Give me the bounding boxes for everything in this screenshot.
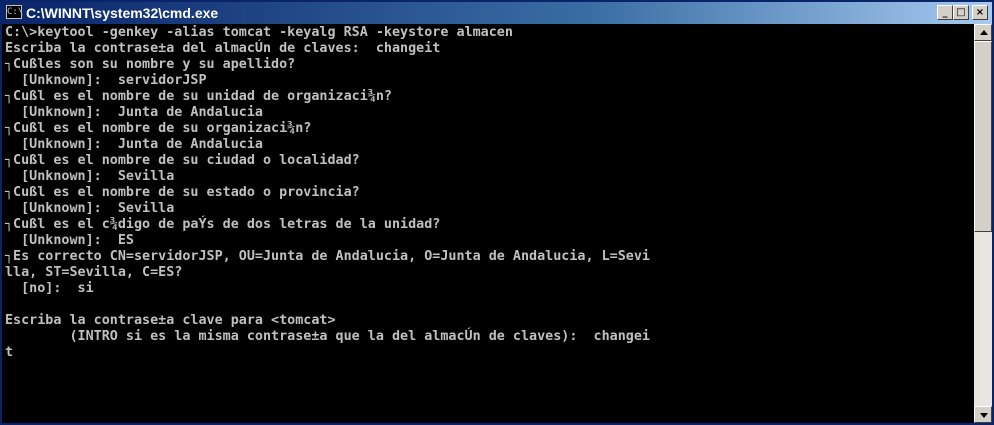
console-line: lla, ST=Sevilla, C=ES? [5, 265, 183, 280]
arrow-up-icon [980, 30, 988, 35]
console-window: C:\ C:\WINNT\system32\cmd.exe _ □ × C:\>… [0, 0, 994, 425]
console-line: Escriba la contrase±a del almacÚn de cla… [5, 41, 441, 56]
console-line: (INTRO si es la misma contrase±a que la … [5, 329, 650, 344]
scroll-down-button[interactable] [974, 406, 992, 423]
console-line: C:\>keytool -genkey -alias tomcat -keyal… [5, 25, 513, 40]
console-line: [Unknown]: Sevilla [5, 201, 175, 216]
scroll-up-button[interactable] [974, 24, 992, 41]
arrow-down-icon [980, 413, 988, 418]
window-title: C:\WINNT\system32\cmd.exe [26, 5, 219, 21]
maximize-button[interactable]: □ [953, 5, 969, 20]
console-line: t [5, 345, 14, 360]
console-line: [Unknown]: Junta de Andalucia [5, 137, 263, 152]
console-line: ┐Cußl es el nombre de su estado o provin… [5, 185, 360, 200]
console-line: ┐Cußl es el c¾digo de paÝs de dos letras… [5, 217, 441, 232]
console-line: ┐Cußl es el nombre de su organizaci¾n? [5, 121, 312, 136]
console-line: ┐Cußl es el nombre de su ciudad o locali… [5, 153, 360, 168]
console-line: [Unknown]: Sevilla [5, 169, 175, 184]
console-output[interactable]: C:\>keytool -genkey -alias tomcat -keyal… [2, 24, 974, 423]
title-bar[interactable]: C:\ C:\WINNT\system32\cmd.exe _ □ × [2, 2, 992, 24]
console-line: [Unknown]: ES [5, 233, 134, 248]
console-line: [no]: si [5, 281, 94, 296]
cmd-icon[interactable]: C:\ [6, 5, 23, 19]
console-line: [Unknown]: Junta de Andalucia [5, 105, 263, 120]
console-line: ┐Es correcto CN=servidorJSP, OU=Junta de… [5, 249, 650, 264]
vertical-scrollbar[interactable] [974, 24, 992, 423]
scroll-thumb[interactable] [974, 41, 992, 232]
console-line: ┐Cußles son su nombre y su apellido? [5, 57, 296, 72]
close-button[interactable]: × [972, 5, 988, 20]
console-line: [Unknown]: servidorJSP [5, 73, 207, 88]
console-line: Escriba la contrase±a clave para <tomcat… [5, 313, 336, 328]
minimize-button[interactable]: _ [937, 5, 953, 20]
console-line: ┐Cußl es el nombre de su unidad de organ… [5, 89, 392, 104]
